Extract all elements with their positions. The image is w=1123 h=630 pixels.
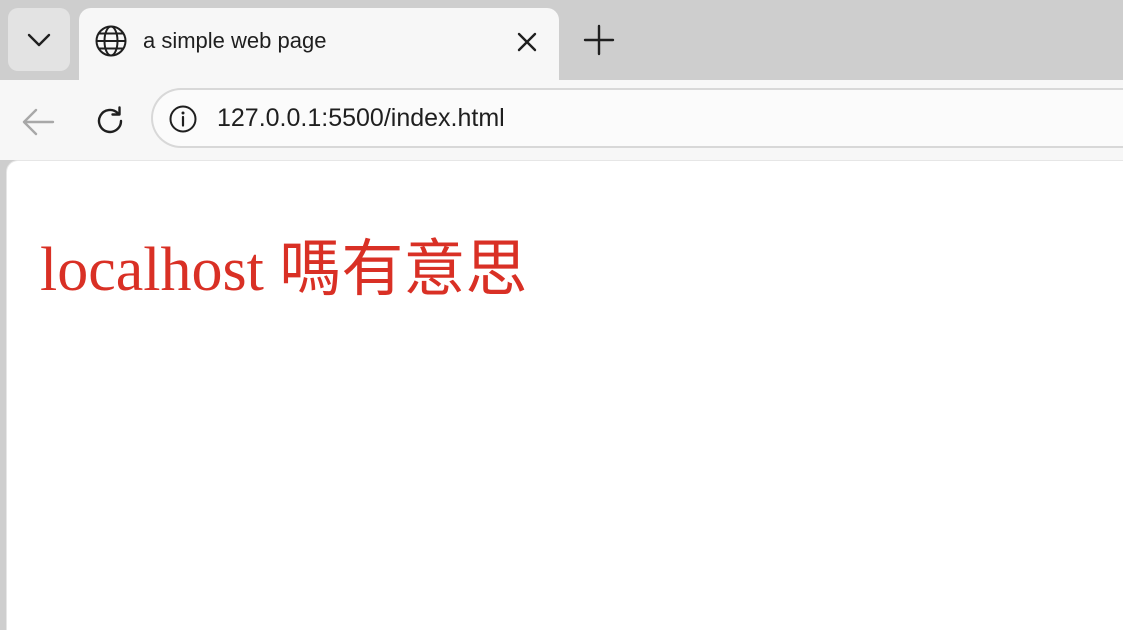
page-heading: localhost 嗎有意思 bbox=[40, 236, 528, 304]
tab-search-button[interactable] bbox=[8, 8, 70, 71]
chevron-down-icon bbox=[26, 27, 52, 53]
page-viewport: localhost 嗎有意思 bbox=[6, 160, 1123, 630]
tab-strip: a simple web page bbox=[0, 0, 1123, 80]
back-arrow-icon bbox=[21, 107, 55, 137]
back-button[interactable] bbox=[18, 102, 58, 142]
reload-button[interactable] bbox=[90, 101, 130, 141]
plus-icon bbox=[583, 24, 615, 56]
new-tab-button[interactable] bbox=[579, 20, 619, 60]
tab-active[interactable]: a simple web page bbox=[79, 8, 559, 80]
globe-icon bbox=[94, 24, 128, 58]
toolbar: 127.0.0.1:5500/index.html bbox=[0, 80, 1123, 160]
address-bar[interactable]: 127.0.0.1:5500/index.html bbox=[151, 88, 1123, 148]
close-icon bbox=[517, 32, 537, 52]
tab-close-button[interactable] bbox=[513, 28, 541, 56]
reload-icon bbox=[94, 105, 126, 137]
url-text[interactable]: 127.0.0.1:5500/index.html bbox=[217, 104, 505, 133]
tab-title: a simple web page bbox=[143, 28, 327, 53]
browser-window: a simple web page 127.0.0.1:5500/index.h… bbox=[0, 0, 1123, 630]
info-icon[interactable] bbox=[169, 105, 197, 133]
